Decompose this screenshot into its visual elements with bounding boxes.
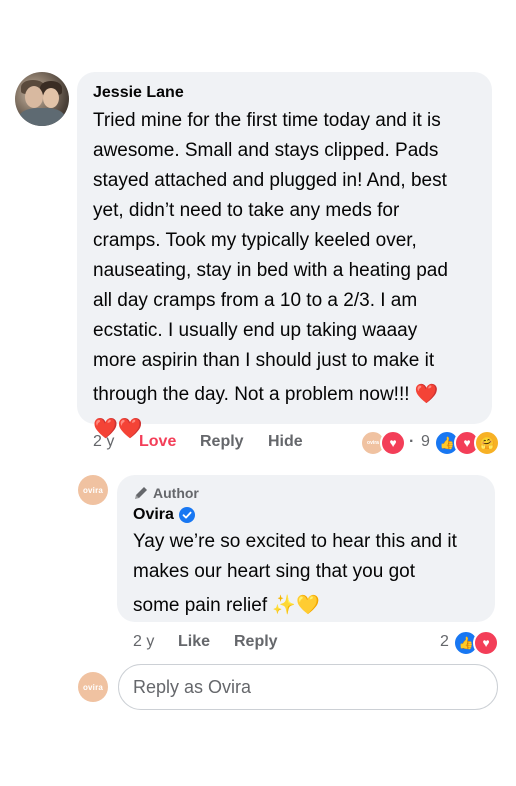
comment-line: ecstatic. I usually end up taking waaay [93,320,418,341]
reply-author-row: Ovira [133,506,195,524]
reply-line: makes our heart sing that you got [133,561,415,582]
pencil-icon [135,487,147,499]
reply-line: some pain relief ✨💛 [133,595,320,616]
reaction-count: 9 [421,433,430,450]
composer-avatar-ovira: ovira [78,672,108,702]
like-button[interactable]: Like [178,633,210,651]
comment-line: all day cramps from a 10 to a 2/3. I am [93,290,418,311]
comment-line: cramps. Took my typically keeled over, [93,230,417,251]
author-badge-label: Author [153,485,199,501]
reply-button[interactable]: Reply [200,433,244,451]
reply-bubble: Author Ovira Yay we’re so excited to hea… [117,475,495,622]
avatar-jessie-lane[interactable] [15,72,69,126]
love-button[interactable]: Love [139,433,176,451]
comment-text: Tried mine for the first time today and … [93,106,488,444]
care-reaction-icon: 🤗 [474,430,500,456]
comment-timestamp[interactable]: 2 y [93,433,114,451]
comment-bubble: Jessie Lane Tried mine for the first tim… [77,72,492,440]
avatar-ovira[interactable]: ovira [78,475,108,505]
comment-line: Tried mine for the first time today and … [93,110,441,131]
comment-line: nauseating, stay in bed with a heating p… [93,260,448,281]
reply-author-name[interactable]: Ovira [133,506,174,524]
comment-line: yet, didn’t need to take any meds for [93,200,400,221]
hide-button[interactable]: Hide [268,433,303,451]
comment-author-name[interactable]: Jessie Lane [93,84,184,102]
reply-reaction-count: 2 [440,633,449,650]
reply-input[interactable]: Reply as Ovira [118,664,498,710]
love-reaction-icon: ♥ [380,430,406,456]
reply-timestamp[interactable]: 2 y [133,633,154,651]
love-reaction-icon: ♥ [473,630,499,656]
reply-line: Yay we’re so excited to hear this and it [133,531,457,552]
reply-reactions-summary[interactable]: 2 👍 ♥ [440,630,504,658]
comment-line: stayed attached and plugged in! And, bes… [93,170,447,191]
comment-reactions-summary[interactable]: ovira ♥ · 9 👍 ♥ 🤗 [360,430,506,458]
verified-badge-icon [178,507,195,523]
reaction-separator: · [409,433,415,450]
comment-line: more aspirin than I should just to make … [93,350,435,371]
reply-reply-button[interactable]: Reply [234,633,278,651]
reply-text: Yay we’re so excited to hear this and it… [133,527,489,621]
comment-line: through the day. Not a problem now!!! ❤️ [93,384,439,405]
author-badge: Author [133,485,199,501]
comment-line: awesome. Small and stays clipped. Pads [93,140,439,161]
